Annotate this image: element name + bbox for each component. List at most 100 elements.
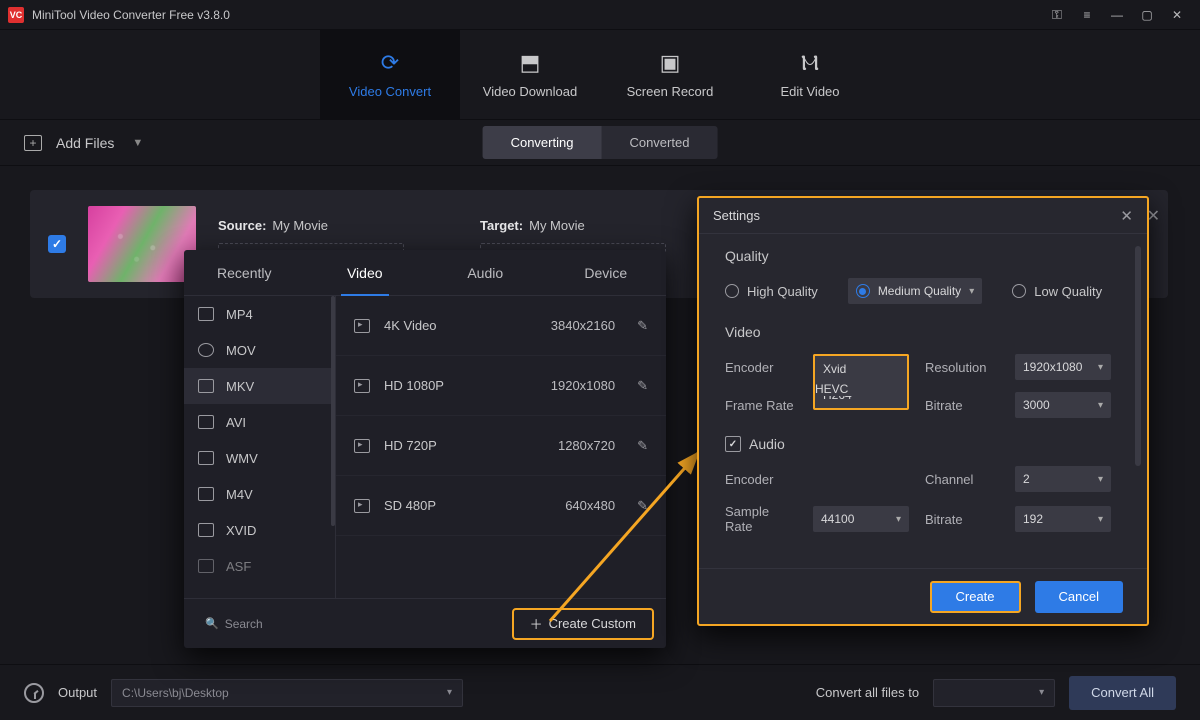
fmt-wmv[interactable]: WMV (184, 440, 335, 476)
file-icon (198, 523, 214, 537)
file-icon (198, 343, 214, 357)
resolution-select[interactable]: 1920x1080 (1015, 354, 1111, 380)
fmt-avi[interactable]: AVI (184, 404, 335, 440)
fmt-mkv[interactable]: MKV (184, 368, 335, 404)
quality-radios: High Quality Medium Quality Low Quality (725, 278, 1121, 304)
clock-icon[interactable] (24, 683, 44, 703)
preset-4k[interactable]: 4K Video3840x2160✎ (336, 296, 666, 356)
preset-1080p[interactable]: HD 1080P1920x1080✎ (336, 356, 666, 416)
tab-video-download[interactable]: ⬒ Video Download (460, 30, 600, 119)
tab-converted[interactable]: Converted (601, 126, 717, 159)
tab-label: Edit Video (780, 84, 839, 99)
video-thumbnail (88, 206, 196, 282)
tab-screen-record[interactable]: ▣ Screen Record (600, 30, 740, 119)
add-files-label: Add Files (56, 135, 114, 151)
audio-bitrate-label: Bitrate (925, 512, 999, 527)
channel-select[interactable]: 2 (1015, 466, 1111, 492)
edit-icon[interactable]: ✎ (637, 318, 648, 334)
tab-converting[interactable]: Converting (483, 126, 602, 159)
tab-device-formats[interactable]: Device (546, 250, 667, 295)
convert-all-button[interactable]: Convert All (1069, 676, 1176, 710)
bottom-bar: Output C:\Users\bj\Desktop Convert all f… (0, 664, 1200, 720)
preset-480p[interactable]: SD 480P640x480✎ (336, 476, 666, 536)
format-tabs: Recently Video Audio Device (184, 250, 666, 296)
tab-edit-video[interactable]: Ⲙ Edit Video (740, 30, 880, 119)
create-button[interactable]: Create (930, 581, 1021, 613)
audio-section-header: ✓ Audio (725, 436, 1121, 452)
settings-header: Settings ✕ (699, 198, 1147, 234)
fmt-mp4[interactable]: MP4 (184, 296, 335, 332)
create-custom-button[interactable]: ＋ Create Custom (512, 608, 654, 640)
convert-all-format-select[interactable] (933, 679, 1055, 707)
file-icon (198, 559, 214, 573)
maximize-button[interactable]: ▢ (1132, 0, 1162, 30)
audio-bitrate-select[interactable]: 192 (1015, 506, 1111, 532)
tab-recently[interactable]: Recently (184, 250, 305, 295)
dialog-title: Settings (713, 208, 760, 223)
fmt-mov[interactable]: MOV (184, 332, 335, 368)
main-tabs: ⟳ Video Convert ⬒ Video Download ▣ Scree… (0, 30, 1200, 120)
edit-icon[interactable]: ✎ (637, 498, 648, 514)
encoder-option-xvid[interactable]: Xvid (815, 356, 907, 382)
add-files-button[interactable]: + Add Files ▼ (24, 135, 143, 151)
audio-section-label: Audio (749, 436, 785, 452)
add-files-icon: + (24, 135, 42, 151)
format-footer: 🔍 ＋ Create Custom (184, 598, 666, 648)
target-label: Target: (480, 218, 523, 233)
video-grid: Encoder H264 Xvid H264 HEVC Resolution 1… (725, 354, 1121, 418)
tab-label: Screen Record (627, 84, 714, 99)
search-input[interactable] (225, 617, 380, 631)
tab-video-formats[interactable]: Video (305, 250, 426, 295)
status-tabs: Converting Converted (483, 126, 718, 159)
format-picker: Recently Video Audio Device MP4 MOV MKV … (184, 250, 666, 648)
audio-encoder-label: Encoder (725, 472, 797, 487)
plus-icon: ＋ (530, 614, 543, 633)
checkbox-selected[interactable]: ✓ (48, 235, 66, 253)
target-name: My Movie (529, 218, 585, 233)
settings-dialog: Settings ✕ Quality High Quality Medium Q… (697, 196, 1149, 626)
audio-checkbox[interactable]: ✓ (725, 436, 741, 452)
format-search[interactable]: 🔍 (196, 611, 389, 637)
edit-icon[interactable]: ✎ (637, 378, 648, 394)
chevron-down-icon: ▼ (132, 137, 143, 149)
encoder-dropdown-below: HEVC (815, 382, 907, 396)
file-icon (198, 307, 214, 321)
video-icon (354, 319, 370, 333)
radio-low-quality[interactable]: Low Quality (1012, 284, 1102, 299)
minimize-button[interactable]: — (1102, 0, 1132, 30)
radio-medium-quality[interactable]: Medium Quality (848, 278, 982, 304)
file-icon (198, 415, 214, 429)
samplerate-label: Sample Rate (725, 504, 797, 534)
video-encoder-select[interactable]: H264 Xvid H264 HEVC (813, 354, 909, 380)
encoder-option-hevc[interactable]: HEVC (815, 382, 907, 396)
tab-video-convert[interactable]: ⟳ Video Convert (320, 30, 460, 119)
preset-720p[interactable]: HD 720P1280x720✎ (336, 416, 666, 476)
samplerate-select[interactable]: 44100 (813, 506, 909, 532)
fmt-xvid[interactable]: XVID (184, 512, 335, 548)
output-path-select[interactable]: C:\Users\bj\Desktop (111, 679, 463, 707)
sync-icon: ⟳ (381, 50, 399, 76)
convert-all-label: Convert all files to (816, 685, 919, 700)
tab-audio-formats[interactable]: Audio (425, 250, 546, 295)
key-icon[interactable]: ⚿ (1042, 0, 1072, 30)
video-icon (354, 439, 370, 453)
edit-icon[interactable]: ✎ (637, 438, 648, 454)
radio-high-quality[interactable]: High Quality (725, 284, 818, 299)
video-icon (354, 499, 370, 513)
video-icon (354, 379, 370, 393)
app-title: MiniTool Video Converter Free v3.8.0 (32, 8, 230, 22)
search-icon: 🔍 (205, 617, 219, 630)
menu-icon[interactable]: ≡ (1072, 0, 1102, 30)
file-icon (198, 451, 214, 465)
format-sidebar[interactable]: MP4 MOV MKV AVI WMV M4V XVID ASF (184, 296, 336, 598)
workspace: ✕ ✓ Source:My Movie ▤ MKV | ◷ 00:00:10 T… (0, 166, 1200, 664)
video-bitrate-select[interactable]: 3000 (1015, 392, 1111, 418)
cancel-button[interactable]: Cancel (1035, 581, 1123, 613)
file-icon (198, 379, 214, 393)
settings-footer: Create Cancel (699, 568, 1147, 624)
close-button[interactable]: ✕ (1162, 0, 1192, 30)
framerate-label: Frame Rate (725, 398, 797, 413)
close-dialog-button[interactable]: ✕ (1120, 207, 1133, 225)
fmt-asf[interactable]: ASF (184, 548, 335, 584)
fmt-m4v[interactable]: M4V (184, 476, 335, 512)
